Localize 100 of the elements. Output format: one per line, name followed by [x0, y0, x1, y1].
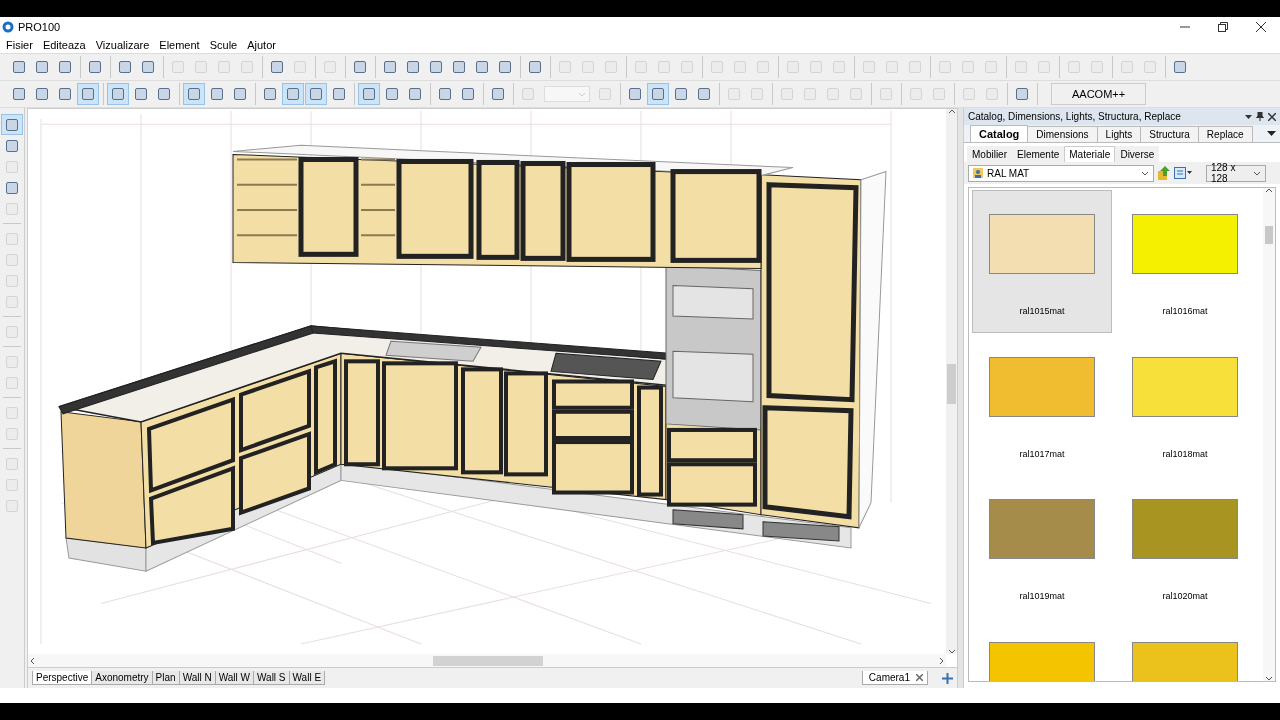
pin-icon[interactable] [1256, 112, 1264, 121]
scroll-left-icon[interactable] [30, 656, 35, 665]
square-icon [438, 87, 452, 101]
square-icon [598, 87, 612, 101]
square-icon [1037, 60, 1051, 74]
close-icon[interactable] [1256, 22, 1266, 32]
square-icon [35, 60, 49, 74]
restore-icon[interactable] [1218, 22, 1228, 32]
square-icon [263, 87, 277, 101]
camera-tab[interactable]: Camera1 [861, 671, 928, 685]
material-item[interactable]: ral1017mat [972, 332, 1112, 475]
square-icon [475, 60, 489, 74]
thumbnail-size-dropdown[interactable]: 128 x 128 [1206, 164, 1266, 182]
square-icon [187, 87, 201, 101]
scroll-up-icon[interactable] [1265, 188, 1273, 193]
dropdown-caret-icon[interactable] [1245, 114, 1252, 119]
square-icon [5, 252, 19, 267]
view-mode-icon[interactable] [1174, 167, 1192, 179]
tab-menu-icon[interactable] [1267, 131, 1276, 136]
square-icon [157, 87, 171, 101]
square-icon [141, 60, 155, 74]
panel-tab[interactable]: Structura [1140, 126, 1199, 142]
view-tab[interactable]: Perspective [32, 671, 93, 685]
category-tab[interactable]: Elemente [1012, 146, 1065, 162]
material-label: ral1017mat [1019, 448, 1065, 459]
material-item[interactable]: ral1020mat [1115, 475, 1255, 618]
square-icon [604, 60, 618, 74]
scroll-down-icon[interactable] [1265, 676, 1273, 681]
view-tab[interactable]: Wall W [214, 671, 254, 685]
material-item[interactable]: ral1018mat [1115, 332, 1255, 475]
menu-item[interactable]: Scule [204, 39, 243, 51]
menu-item[interactable]: Ajutor [242, 39, 281, 51]
close-icon[interactable] [916, 674, 923, 681]
camera-tab-label[interactable]: Camera1 [868, 672, 910, 683]
scroll-down-icon[interactable] [947, 649, 956, 654]
square-icon [780, 87, 794, 101]
category-tab[interactable]: Diverse [1115, 146, 1160, 162]
square-icon [5, 324, 19, 339]
material-label: ral1019mat [1019, 591, 1065, 601]
square-icon [5, 273, 19, 288]
toolbar-button[interactable] [305, 83, 327, 105]
panel-tab[interactable]: Replace [1197, 126, 1253, 142]
scrollbar-thumb[interactable] [1265, 226, 1273, 244]
square-icon [5, 231, 19, 246]
horizontal-scrollbar[interactable] [28, 654, 946, 667]
square-icon [5, 117, 19, 132]
toolbar-button[interactable] [77, 83, 99, 105]
material-item[interactable]: ral1019mat [972, 475, 1112, 618]
view-tab[interactable]: Wall N [178, 671, 216, 685]
square-icon [429, 60, 443, 74]
category-tab[interactable]: Materiale [1064, 146, 1116, 162]
square-icon [5, 477, 19, 492]
toolbar-button[interactable] [647, 83, 669, 105]
panel-tab[interactable]: Dimensions [1027, 126, 1098, 142]
scrollbar-thumb[interactable] [947, 364, 956, 404]
vertical-scrollbar[interactable] [946, 109, 957, 654]
aacom-button[interactable]: AACOM++ [1051, 83, 1147, 105]
square-icon [362, 87, 376, 101]
square-icon [756, 60, 770, 74]
square-icon [581, 60, 595, 74]
square-icon [1015, 87, 1029, 101]
material-item[interactable]: ral1015mat [972, 190, 1112, 333]
square-icon [353, 60, 367, 74]
toolbar-button[interactable] [183, 83, 205, 105]
view-tab[interactable]: Axonometry [91, 671, 153, 685]
close-icon[interactable] [1268, 112, 1276, 121]
square-icon [634, 60, 648, 74]
panel-tab[interactable]: Catalog [970, 125, 1029, 142]
menu-item[interactable]: Element [154, 39, 205, 51]
square-icon [491, 87, 505, 101]
view-tab[interactable]: Wall E [288, 671, 326, 685]
menu-item[interactable]: Fisier [1, 39, 38, 51]
square-icon [5, 180, 19, 195]
library-dropdown[interactable]: RAL MAT [968, 164, 1154, 182]
toolbar-button[interactable] [107, 83, 129, 105]
plus-icon[interactable] [942, 672, 953, 684]
toolbar-button[interactable] [282, 83, 304, 105]
menu-item[interactable]: Vizualizare [90, 39, 155, 51]
square-icon [657, 60, 671, 74]
square-icon [962, 87, 976, 101]
square-icon [233, 87, 247, 101]
toolbar-button[interactable] [1, 114, 23, 135]
square-icon [452, 60, 466, 74]
square-icon [651, 87, 665, 101]
toolbar-button[interactable] [358, 83, 380, 105]
material-item[interactable]: ral1016mat [1115, 190, 1255, 333]
square-icon [680, 60, 694, 74]
vertical-scrollbar[interactable] [1263, 188, 1275, 681]
scrollbar-thumb[interactable] [433, 656, 543, 666]
folder-up-icon[interactable] [1158, 166, 1170, 180]
menu-item[interactable]: Editeaza [37, 39, 91, 51]
view-tab[interactable]: Wall S [253, 671, 290, 685]
square-icon [5, 354, 19, 369]
square-icon [5, 498, 19, 513]
panel-tab[interactable]: Lights [1096, 126, 1142, 142]
category-tab[interactable]: Mobilier [967, 146, 1012, 162]
view-tab[interactable]: Plan [151, 671, 180, 685]
scroll-up-icon[interactable] [947, 109, 956, 114]
scroll-right-icon[interactable] [939, 656, 944, 665]
square-icon [385, 87, 399, 101]
